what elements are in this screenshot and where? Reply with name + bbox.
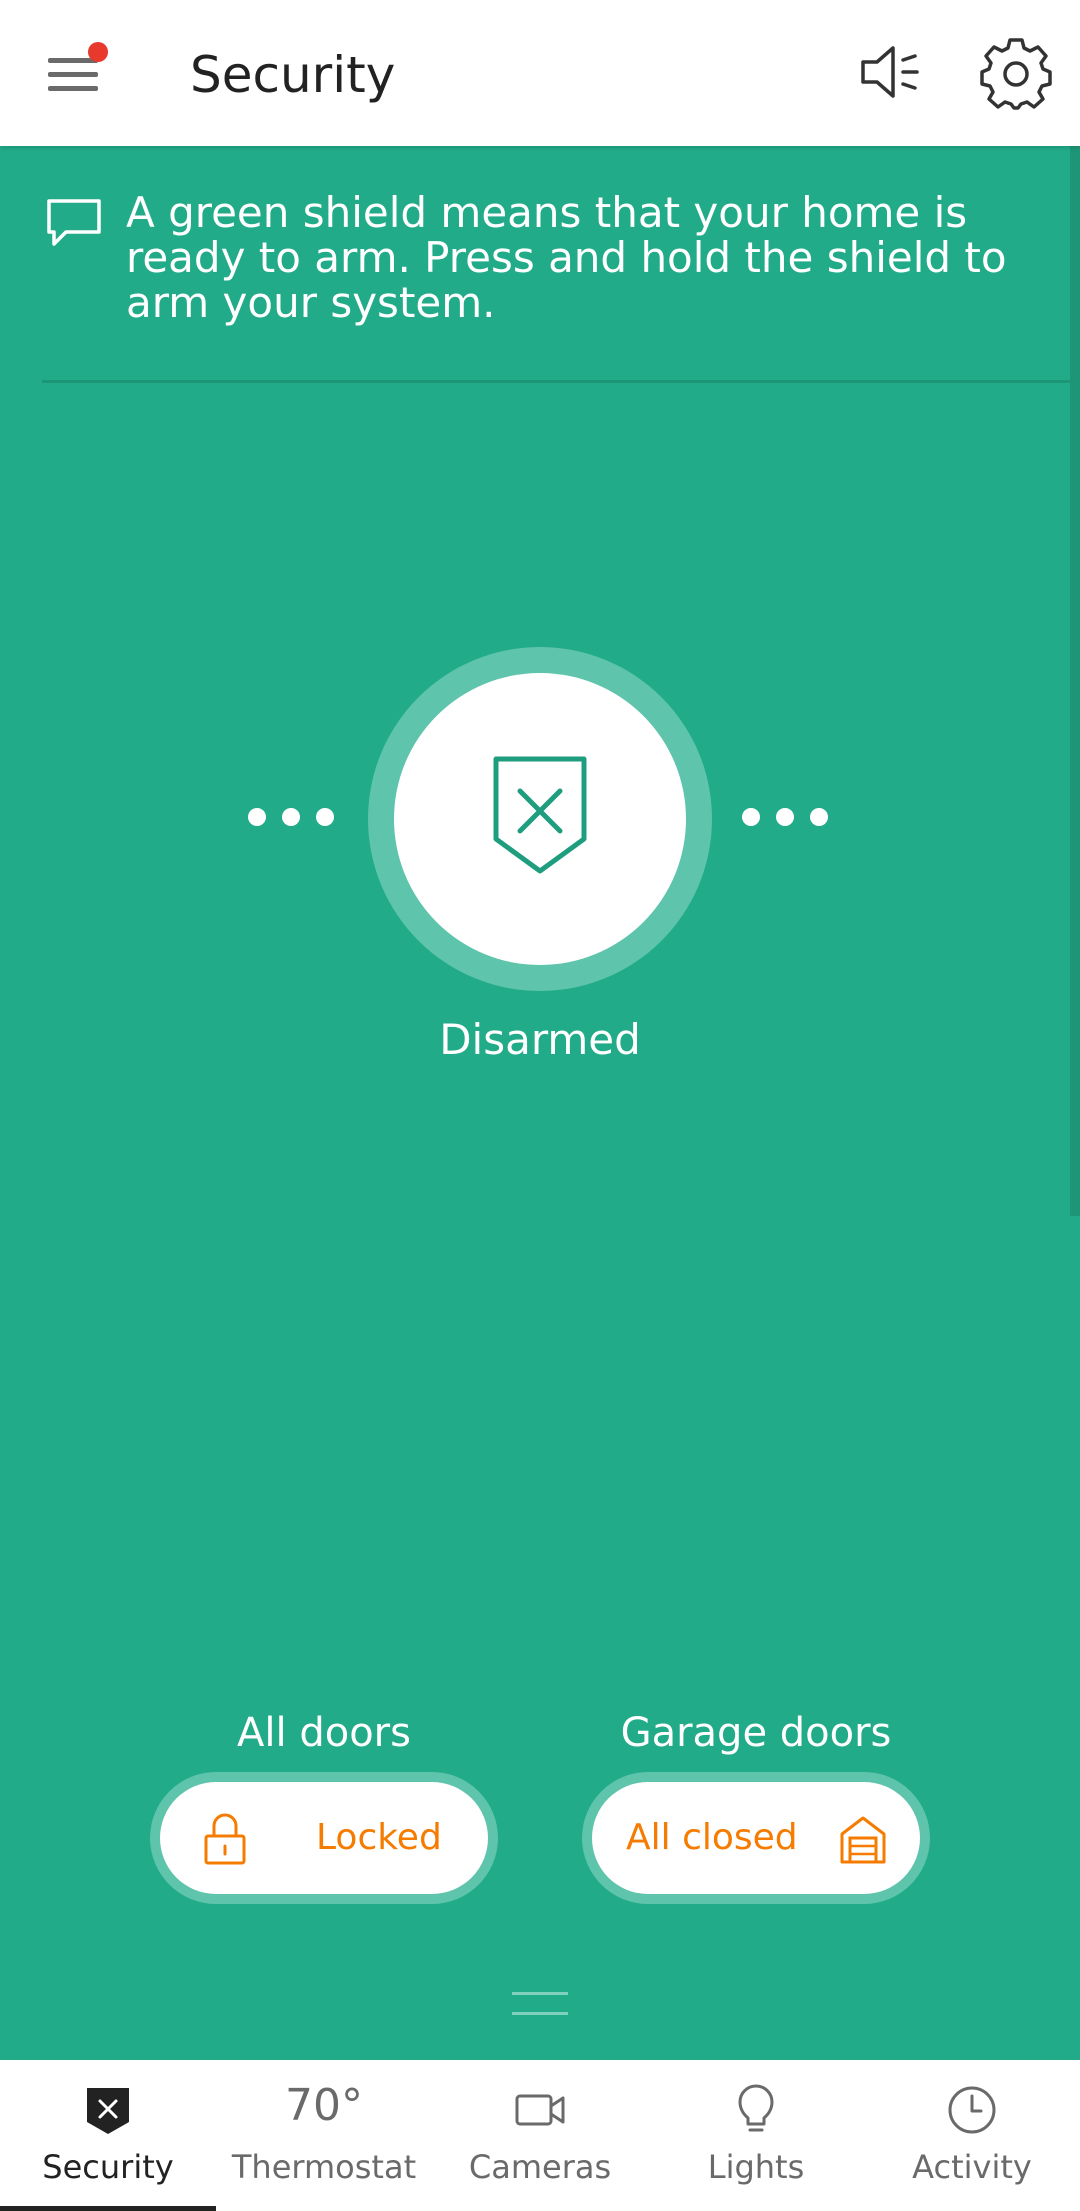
- thermostat-temperature: 70°: [285, 2080, 363, 2131]
- lock-icon: [204, 1813, 246, 1865]
- tab-cameras[interactable]: Cameras: [432, 2060, 648, 2211]
- right-dots: [742, 808, 832, 828]
- settings-button[interactable]: [978, 36, 1054, 112]
- shield-icon: [87, 2088, 129, 2134]
- tab-security-label: Security: [42, 2148, 174, 2186]
- speaker-button[interactable]: [855, 36, 927, 108]
- tab-lights[interactable]: Lights: [648, 2060, 864, 2211]
- app-bar: Security: [0, 0, 1080, 146]
- all-doors-status: Locked: [316, 1817, 442, 1858]
- all-doors-label: All doors: [237, 1710, 411, 1756]
- garage-doors-status: All closed: [626, 1817, 798, 1858]
- clock-icon: [948, 2086, 996, 2134]
- bulb-icon: [738, 2084, 774, 2132]
- camera-icon: [515, 2094, 565, 2126]
- tab-security[interactable]: Security: [0, 2060, 216, 2211]
- info-banner: A green shield means that your home is r…: [42, 190, 1080, 383]
- tab-cameras-label: Cameras: [468, 2148, 612, 2186]
- shield-x-icon: [493, 756, 587, 874]
- gear-icon: [980, 38, 1052, 110]
- notification-dot: [88, 42, 108, 62]
- page-title: Security: [190, 46, 396, 104]
- message-icon: [47, 199, 101, 246]
- menu-button[interactable]: [40, 40, 110, 110]
- speaker-icon: [861, 46, 919, 98]
- garage-doors-label: Garage doors: [620, 1710, 892, 1756]
- banner-text: A green shield means that your home is r…: [126, 188, 1007, 327]
- garage-doors-button[interactable]: All closed: [582, 1772, 930, 1904]
- tab-lights-label: Lights: [707, 2148, 805, 2186]
- all-doors-button[interactable]: Locked: [150, 1772, 498, 1904]
- tab-thermostat[interactable]: 70° Thermostat: [216, 2060, 432, 2211]
- arm-status: Disarmed: [439, 1015, 641, 1064]
- active-tab-indicator: [0, 2206, 216, 2211]
- tab-thermostat-label: Thermostat: [231, 2148, 417, 2186]
- garage-icon: [840, 1816, 886, 1864]
- tab-activity-label: Activity: [912, 2148, 1032, 2186]
- arm-control: Disarmed: [0, 640, 1080, 1090]
- tab-activity[interactable]: Activity: [864, 2060, 1080, 2211]
- bottom-nav: Security 70° Thermostat Cameras Lights A…: [0, 2060, 1080, 2211]
- left-dots: [248, 808, 338, 828]
- arm-shield-button[interactable]: [368, 647, 712, 991]
